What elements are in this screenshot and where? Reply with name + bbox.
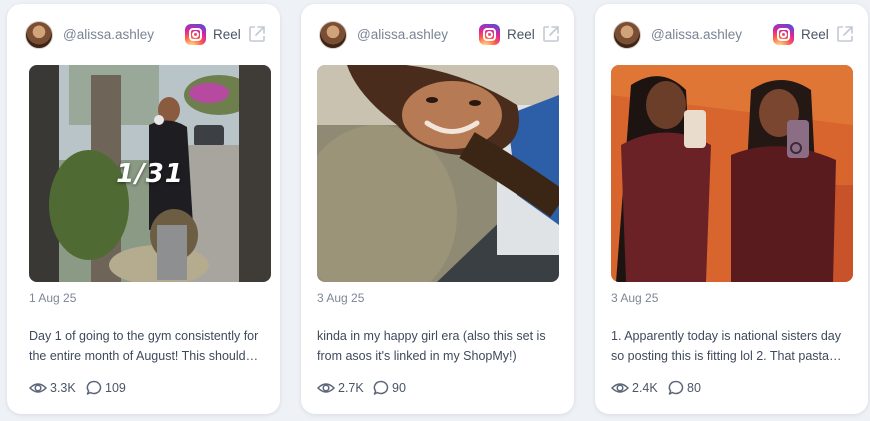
post-date: 1 Aug 25	[29, 291, 77, 305]
post-thumbnail[interactable]	[611, 65, 853, 282]
external-link-icon[interactable]	[541, 24, 561, 44]
comment-icon	[86, 380, 102, 395]
avatar	[613, 21, 641, 49]
view-count: 2.7K	[338, 381, 364, 395]
caption-line: Day 1 of going to the gym consistently f…	[29, 329, 259, 343]
comment-count: 80	[687, 381, 701, 395]
caption-line: from asos it's linked in my ShopMy!)	[317, 349, 517, 363]
post-type-label: Reel	[507, 27, 535, 42]
post-card[interactable]: @alissa.ashley Reel 3 Aug 25 1. Apparent…	[595, 4, 868, 414]
eye-icon	[317, 383, 335, 393]
post-type-label: Reel	[213, 27, 241, 42]
avatar	[25, 21, 53, 49]
view-count: 3.3K	[50, 381, 76, 395]
eye-icon	[29, 383, 47, 393]
caption-line: 1. Apparently today is national sisters …	[611, 329, 841, 343]
comment-count: 109	[105, 381, 126, 395]
card-header: @alissa.ashley Reel	[25, 20, 265, 50]
comment-icon	[668, 380, 684, 395]
post-card[interactable]: @alissa.ashley Reel 3 Aug 25 kinda in my…	[301, 4, 574, 414]
post-type-label: Reel	[801, 27, 829, 42]
external-link-icon[interactable]	[247, 24, 267, 44]
instagram-icon	[185, 24, 206, 45]
post-caption: Day 1 of going to the gym consistently f…	[29, 326, 273, 366]
post-caption: 1. Apparently today is national sisters …	[611, 326, 855, 366]
post-thumbnail[interactable]	[317, 65, 559, 282]
post-thumbnail[interactable]: 1/31	[29, 65, 271, 282]
instagram-icon	[773, 24, 794, 45]
slide-counter: 1/31	[116, 159, 184, 189]
avatar	[319, 21, 347, 49]
external-link-icon[interactable]	[835, 24, 855, 44]
caption-line: so posting this is fitting lol 2. That p…	[611, 349, 842, 363]
post-date: 3 Aug 25	[611, 291, 659, 305]
creator-handle[interactable]: @alissa.ashley	[357, 27, 448, 42]
comment-icon	[373, 380, 389, 395]
comment-count: 90	[392, 381, 406, 395]
post-card[interactable]: @alissa.ashley Reel 1/31 1 Aug 25 Day 1 …	[7, 4, 280, 414]
card-header: @alissa.ashley Reel	[613, 20, 853, 50]
post-date: 3 Aug 25	[317, 291, 365, 305]
creator-handle[interactable]: @alissa.ashley	[651, 27, 742, 42]
instagram-icon	[479, 24, 500, 45]
post-caption: kinda in my happy girl era (also this se…	[317, 326, 561, 366]
view-count: 2.4K	[632, 381, 658, 395]
caption-line: kinda in my happy girl era (also this se…	[317, 329, 546, 343]
eye-icon	[611, 383, 629, 393]
card-header: @alissa.ashley Reel	[319, 20, 559, 50]
creator-handle[interactable]: @alissa.ashley	[63, 27, 154, 42]
caption-line: the entire month of August! This should…	[29, 349, 259, 363]
